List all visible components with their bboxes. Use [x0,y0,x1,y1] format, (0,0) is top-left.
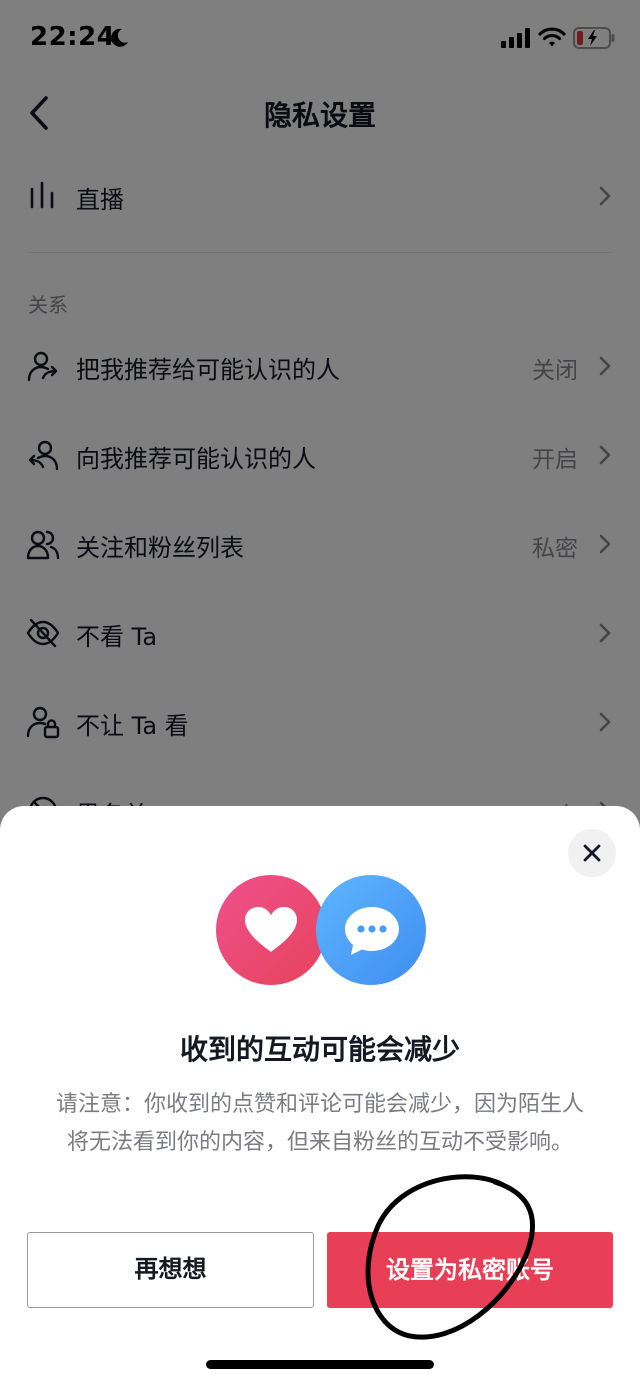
comment-badge [316,875,426,985]
close-icon [583,844,601,862]
dialog-description: 请注意：你收到的点赞和评论可能会减少，因为陌生人将无法看到你的内容，但来自粉丝的… [55,1092,584,1155]
heart-badge [216,875,326,985]
chat-bubble-icon [345,907,399,955]
heart-icon [245,907,297,952]
dialog-title: 收到的互动可能会减少 [179,1033,460,1066]
home-indicator [206,1360,434,1369]
privacy-settings-page: 22:24 隐私设置 [0,0,640,1386]
close-button[interactable] [568,829,616,877]
set-private-account-button[interactable]: 设置为私密账号 [327,1232,613,1308]
private-account-dialog: 收到的互动可能会减少 请注意：你收到的点赞和评论可能会减少，因为陌生人将无法看到… [0,806,640,1386]
cancel-button[interactable]: 再想想 [27,1232,314,1308]
